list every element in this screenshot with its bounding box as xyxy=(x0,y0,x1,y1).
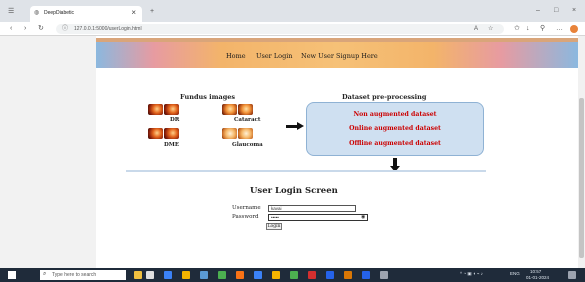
pipeline-diagram: Fundus images DR Cataract DME Glaucoma D… xyxy=(114,88,486,172)
favorites-icon[interactable]: ✩ xyxy=(514,25,520,32)
navbar-top-strip xyxy=(96,38,578,42)
diagram-divider xyxy=(126,170,486,172)
back-icon[interactable]: ‹ xyxy=(10,25,12,32)
close-tab-icon[interactable]: × xyxy=(131,8,136,17)
fundus-image-dr-2 xyxy=(164,104,179,115)
browser-viewport: Home User Login New User Signup Here Fun… xyxy=(0,36,585,268)
windows-taskbar: ⌕ Type here to search ^ ◔ ▣ ◖ ⌁ ♪ ENG 10… xyxy=(0,268,585,282)
browser-tab[interactable]: ◍ DeepDiabetic × xyxy=(30,6,142,22)
fundus-image-cataract-2 xyxy=(238,104,253,115)
taskbar-app-icon-6[interactable] xyxy=(290,271,298,279)
taskbar-app-icon-2[interactable] xyxy=(146,271,154,279)
login-heading: User Login Screen xyxy=(250,186,338,196)
label-glaucoma: Glaucoma xyxy=(232,142,263,148)
label-dr: DR xyxy=(170,117,180,123)
maximize-icon[interactable]: □ xyxy=(554,7,558,14)
label-dme: DME xyxy=(164,142,180,148)
browser-toolbar: ‹ › ↻ ⓘ 127.0.0.1:5000/userLogin.html A … xyxy=(0,22,585,36)
favorite-star-icon[interactable]: ☆ xyxy=(488,26,493,32)
clock-time[interactable]: 10:57 xyxy=(530,269,541,274)
address-bar[interactable]: ⓘ 127.0.0.1:5000/userLogin.html A ☆ xyxy=(56,24,504,34)
top-navbar: Home User Login New User Signup Here xyxy=(96,38,578,68)
read-aloud-icon[interactable]: A xyxy=(474,26,478,32)
login-button[interactable]: Login xyxy=(266,223,282,230)
download-icon[interactable]: ↓ xyxy=(526,25,530,32)
store-icon[interactable] xyxy=(200,271,208,279)
fundus-images-title: Fundus images xyxy=(180,93,236,101)
profile-avatar[interactable] xyxy=(570,25,578,33)
minimize-icon[interactable]: – xyxy=(536,7,540,14)
fundus-image-dme-2 xyxy=(164,128,179,139)
nav-home-link[interactable]: Home xyxy=(226,52,246,60)
taskbar-app-icon-3[interactable] xyxy=(218,271,226,279)
tab-title: DeepDiabetic xyxy=(44,10,75,16)
system-tray-icons[interactable]: ^ ◔ ▣ ◖ ⌁ ♪ xyxy=(460,271,483,277)
password-label: Password xyxy=(232,214,259,220)
globe-icon: ◍ xyxy=(34,10,40,16)
label-cataract: Cataract xyxy=(234,117,261,123)
fundus-image-glaucoma-2 xyxy=(238,128,253,139)
extensions-icon[interactable]: ⚲ xyxy=(540,25,545,32)
taskbar-app-icon-8[interactable] xyxy=(362,271,370,279)
fundus-image-dme-1 xyxy=(148,128,163,139)
dataset-preprocessing-box: Non augmented dataset Online augmented d… xyxy=(306,102,484,156)
more-menu-icon[interactable]: … xyxy=(556,25,563,32)
start-icon[interactable] xyxy=(8,271,16,279)
file-explorer-icon[interactable] xyxy=(182,271,190,279)
new-tab-icon[interactable]: + xyxy=(150,8,154,15)
username-label: Username xyxy=(232,205,261,211)
chrome-icon[interactable] xyxy=(272,271,280,279)
dataset-preprocessing-title: Dataset pre-processing xyxy=(342,93,427,101)
show-password-icon[interactable]: ◉ xyxy=(361,215,365,220)
username-input[interactable]: kavai xyxy=(268,205,356,212)
acrobat-icon[interactable] xyxy=(308,271,316,279)
dataset-item-offline-augmented: Offline augmented dataset xyxy=(349,140,441,147)
fundus-image-dr-1 xyxy=(148,104,163,115)
right-arrow-icon xyxy=(297,122,304,130)
close-window-icon[interactable]: × xyxy=(572,7,576,14)
info-icon[interactable]: ⓘ xyxy=(62,26,68,32)
web-page: Home User Login New User Signup Here Fun… xyxy=(96,36,578,268)
search-placeholder[interactable]: Type here to search xyxy=(52,272,96,278)
fundus-image-glaucoma-1 xyxy=(222,128,237,139)
forward-icon[interactable]: › xyxy=(24,25,26,32)
scrollbar-thumb[interactable] xyxy=(579,98,584,258)
taskbar-app-icon-5[interactable] xyxy=(254,271,262,279)
word-icon[interactable] xyxy=(326,271,334,279)
notifications-icon[interactable] xyxy=(568,271,576,279)
taskbar-app-icon-7[interactable] xyxy=(344,271,352,279)
taskbar-app-icon-1[interactable] xyxy=(134,271,142,279)
taskbar-app-icon-9[interactable] xyxy=(380,271,388,279)
url-text[interactable]: 127.0.0.1:5000/userLogin.html xyxy=(74,26,142,32)
language-indicator[interactable]: ENG xyxy=(510,271,520,276)
tab-actions-icon[interactable]: ☰ xyxy=(8,8,14,15)
refresh-icon[interactable]: ↻ xyxy=(38,25,44,32)
dataset-item-online-augmented: Online augmented dataset xyxy=(349,125,441,132)
clock-date[interactable]: 01-01-2024 xyxy=(526,275,549,280)
taskbar-search-box[interactable]: ⌕ Type here to search xyxy=(40,270,126,280)
fundus-image-cataract-1 xyxy=(222,104,237,115)
dataset-item-non-augmented: Non augmented dataset xyxy=(353,111,437,118)
edge-icon[interactable] xyxy=(164,271,172,279)
page-scrollbar[interactable] xyxy=(578,36,585,268)
title-bar: ☰ ◍ DeepDiabetic × + – □ × xyxy=(0,0,585,22)
taskbar-app-icon-4[interactable] xyxy=(236,271,244,279)
password-value: ••••• xyxy=(271,215,279,220)
nav-user-login-link[interactable]: User Login xyxy=(256,52,293,60)
search-icon: ⌕ xyxy=(43,271,47,277)
nav-signup-link[interactable]: New User Signup Here xyxy=(301,52,378,60)
password-input[interactable]: ••••• ◉ xyxy=(268,214,368,221)
